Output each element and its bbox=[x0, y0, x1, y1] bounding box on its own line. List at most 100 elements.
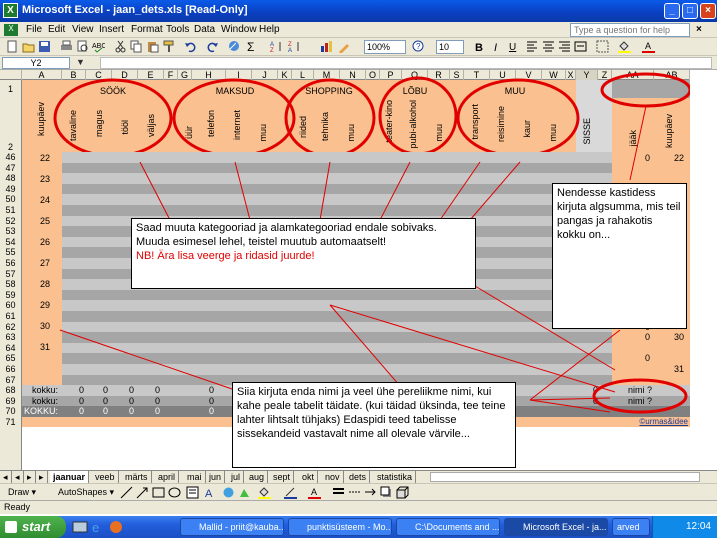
tab-jul[interactable]: jul bbox=[228, 471, 245, 483]
menu-help[interactable]: Help bbox=[259, 24, 280, 35]
wordart-icon[interactable]: A bbox=[204, 486, 217, 499]
tab-sept[interactable]: sept bbox=[270, 471, 295, 483]
start-button[interactable]: start bbox=[0, 516, 66, 538]
quicklaunch-ie-icon[interactable]: e bbox=[90, 519, 106, 535]
tab-veeb[interactable]: veeb bbox=[92, 471, 119, 483]
menu-file[interactable]: File bbox=[26, 24, 42, 35]
menu-insert[interactable]: Insert bbox=[99, 24, 124, 35]
menu-tools[interactable]: Tools bbox=[166, 24, 189, 35]
first-sheet-icon[interactable]: ◂ bbox=[0, 471, 12, 483]
line-style-icon[interactable] bbox=[332, 486, 345, 499]
menu-edit[interactable]: Edit bbox=[48, 24, 65, 35]
diagram-icon[interactable] bbox=[222, 486, 235, 499]
print-icon[interactable] bbox=[60, 40, 73, 53]
chart-wizard-icon[interactable] bbox=[320, 40, 333, 53]
horizontal-scrollbar[interactable] bbox=[430, 472, 700, 482]
svg-text:A: A bbox=[645, 41, 651, 51]
tab-jaanuar[interactable]: jaanuar bbox=[50, 471, 90, 483]
new-icon[interactable] bbox=[6, 40, 19, 53]
spelling-icon[interactable]: ABC bbox=[92, 40, 105, 53]
close-doc-icon[interactable]: × bbox=[696, 24, 702, 35]
close-button[interactable]: × bbox=[700, 3, 716, 19]
help-search-input[interactable]: Type a question for help bbox=[570, 23, 690, 37]
name-box[interactable]: Y2 bbox=[2, 57, 70, 69]
next-sheet-icon[interactable]: ▸ bbox=[24, 471, 36, 483]
task-punktisusteem[interactable]: punktisüsteem - Mo... bbox=[288, 518, 392, 536]
open-icon[interactable] bbox=[22, 40, 35, 53]
minimize-button[interactable]: _ bbox=[664, 3, 680, 19]
save-icon[interactable] bbox=[38, 40, 51, 53]
sort-descending-icon[interactable]: ZA bbox=[288, 40, 301, 53]
borders-icon[interactable] bbox=[596, 40, 609, 53]
drawing-icon[interactable] bbox=[338, 40, 351, 53]
menu-format[interactable]: Format bbox=[131, 24, 163, 35]
line-color-icon[interactable] bbox=[284, 486, 297, 499]
zoom-select[interactable]: 100% bbox=[364, 40, 406, 54]
svg-text:U: U bbox=[509, 42, 516, 53]
line-icon[interactable] bbox=[120, 486, 133, 499]
underline-icon[interactable]: U bbox=[506, 40, 519, 53]
paste-icon[interactable] bbox=[146, 40, 159, 53]
quicklaunch-desktop-icon[interactable] bbox=[72, 519, 88, 535]
align-left-icon[interactable] bbox=[526, 40, 539, 53]
formula-input[interactable] bbox=[100, 57, 712, 69]
font-color-icon[interactable]: A bbox=[642, 40, 655, 53]
excel-doc-icon[interactable]: X bbox=[4, 24, 18, 36]
help-icon[interactable]: ? bbox=[412, 40, 425, 53]
align-center-icon[interactable] bbox=[542, 40, 555, 53]
tab-jun[interactable]: jun bbox=[206, 471, 226, 483]
fill-color-icon[interactable] bbox=[618, 40, 631, 53]
arrow-style-icon[interactable] bbox=[364, 486, 377, 499]
bold-icon[interactable]: B bbox=[472, 40, 485, 53]
menu-window[interactable]: Window bbox=[221, 24, 257, 35]
rectangle-icon[interactable] bbox=[152, 486, 165, 499]
cut-icon[interactable] bbox=[114, 40, 127, 53]
autosum-icon[interactable]: Σ bbox=[246, 40, 259, 53]
tab-april[interactable]: april bbox=[155, 471, 180, 483]
undo-icon[interactable] bbox=[184, 40, 197, 53]
task-arved[interactable]: arved bbox=[612, 518, 650, 536]
task-documents[interactable]: C:\Documents and ... bbox=[396, 518, 500, 536]
last-sheet-icon[interactable]: ▸ bbox=[36, 471, 48, 483]
merge-center-icon[interactable] bbox=[574, 40, 587, 53]
menu-view[interactable]: View bbox=[72, 24, 94, 35]
italic-icon[interactable]: I bbox=[490, 40, 503, 53]
tab-marts[interactable]: märts bbox=[122, 471, 152, 483]
3d-icon[interactable] bbox=[396, 486, 409, 499]
task-mallid[interactable]: Mallid - priit@kauba... bbox=[180, 518, 284, 536]
tab-statistika[interactable]: statistika bbox=[374, 471, 417, 483]
taskbar: start e Mallid - priit@kauba... punktisü… bbox=[0, 516, 717, 538]
print-preview-icon[interactable] bbox=[76, 40, 89, 53]
menu-data[interactable]: Data bbox=[194, 24, 215, 35]
font-color-draw-icon[interactable]: A bbox=[308, 486, 321, 499]
clipart-icon[interactable] bbox=[238, 486, 251, 499]
shadow-icon[interactable] bbox=[380, 486, 393, 499]
tab-mai[interactable]: mai bbox=[184, 471, 206, 483]
dash-style-icon[interactable] bbox=[348, 486, 361, 499]
task-excel[interactable]: Microsoft Excel - ja... bbox=[504, 518, 608, 536]
redo-icon[interactable] bbox=[206, 40, 219, 53]
arrow-icon[interactable] bbox=[136, 486, 149, 499]
tab-okt[interactable]: okt bbox=[299, 471, 319, 483]
tab-nov[interactable]: nov bbox=[322, 471, 344, 483]
fill-color-draw-icon[interactable] bbox=[258, 486, 271, 499]
font-size-select[interactable]: 10 bbox=[436, 40, 464, 54]
sort-ascending-icon[interactable]: AZ bbox=[270, 40, 283, 53]
hyperlink-icon[interactable] bbox=[228, 40, 241, 53]
quicklaunch-firefox-icon[interactable] bbox=[108, 519, 124, 535]
draw-menu[interactable]: Draw ▾ bbox=[8, 487, 36, 498]
prev-sheet-icon[interactable]: ◂ bbox=[12, 471, 24, 483]
copy-icon[interactable] bbox=[130, 40, 143, 53]
status-bar: Ready bbox=[0, 500, 717, 514]
oval-icon[interactable] bbox=[168, 486, 181, 499]
align-right-icon[interactable] bbox=[558, 40, 571, 53]
format-painter-icon[interactable] bbox=[162, 40, 175, 53]
svg-text:?: ? bbox=[416, 42, 421, 51]
formula-bar: Y2 ▼ bbox=[0, 56, 717, 70]
maximize-button[interactable]: □ bbox=[682, 3, 698, 19]
autoshapes-menu[interactable]: AutoShapes ▾ bbox=[58, 487, 114, 498]
tab-dets[interactable]: dets bbox=[346, 471, 371, 483]
textbox-icon[interactable] bbox=[186, 486, 199, 499]
tab-aug[interactable]: aug bbox=[246, 471, 269, 483]
fx-icon[interactable]: ▼ bbox=[76, 57, 85, 67]
